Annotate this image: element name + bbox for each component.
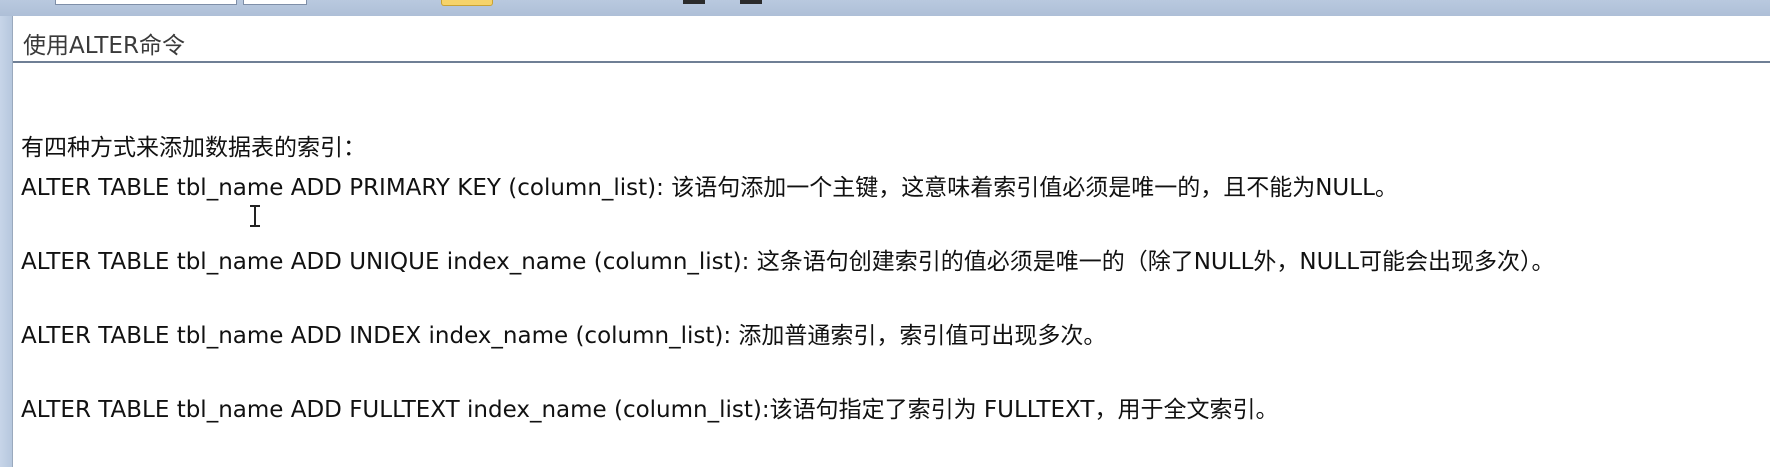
intro-text: 有四种方式来添加数据表的索引： — [21, 135, 366, 161]
content-panel: 使用ALTER命令 有四种方式来添加数据表的索引： ALTER TABLE tb… — [12, 16, 1770, 467]
top-small-field[interactable] — [243, 0, 307, 5]
sql-line-fulltext: ALTER TABLE tbl_name ADD FULLTEXT index_… — [21, 397, 1279, 423]
active-tab[interactable] — [441, 0, 493, 6]
toolbar-mark — [683, 0, 705, 4]
panel-title: 使用ALTER命令 — [23, 33, 185, 59]
panel-header: 使用ALTER命令 — [13, 16, 1770, 63]
sql-line-unique: ALTER TABLE tbl_name ADD UNIQUE index_na… — [21, 249, 1555, 275]
top-input-field[interactable] — [55, 0, 237, 5]
window-top-strip — [0, 0, 1770, 17]
toolbar-mark — [740, 0, 762, 4]
sql-line-primary-key: ALTER TABLE tbl_name ADD PRIMARY KEY (co… — [21, 175, 1398, 201]
sql-line-index: ALTER TABLE tbl_name ADD INDEX index_nam… — [21, 323, 1107, 349]
app-window: 使用ALTER命令 有四种方式来添加数据表的索引： ALTER TABLE tb… — [0, 0, 1770, 467]
text-cursor-icon — [250, 205, 260, 227]
